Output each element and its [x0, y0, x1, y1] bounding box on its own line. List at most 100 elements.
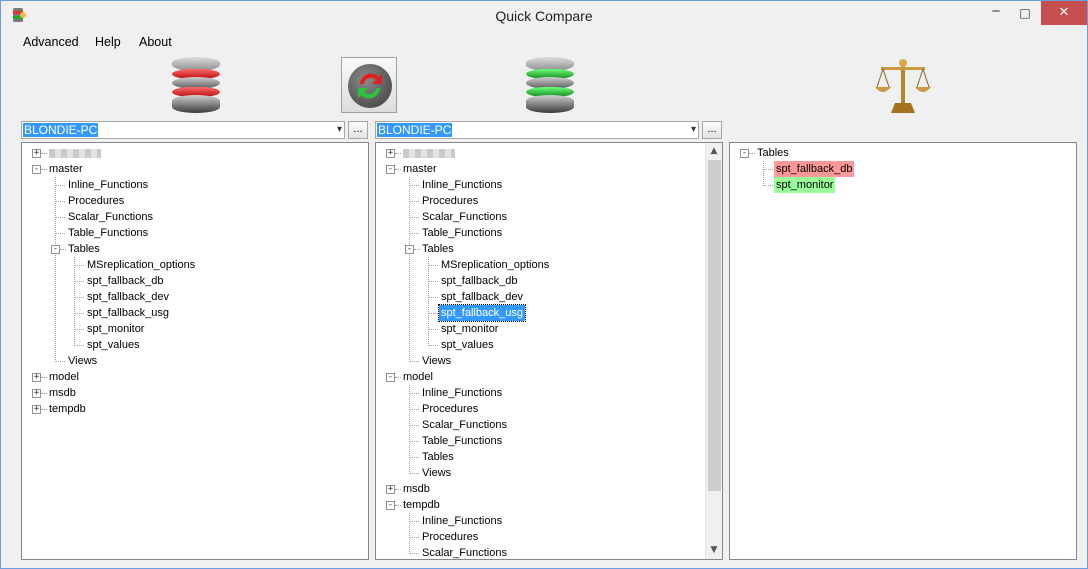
tree-node[interactable]: spt_monitor [376, 321, 722, 337]
tree-node[interactable]: Inline_Functions [22, 177, 368, 193]
tree-node-label[interactable]: MSreplication_options [439, 257, 551, 273]
tree-node[interactable]: Scalar_Functions [376, 209, 722, 225]
tree-node-label[interactable]: Table_Functions [420, 225, 504, 241]
tree-node-label[interactable]: tempdb [47, 401, 88, 417]
tree-node[interactable]: - master [22, 161, 368, 177]
tree-node[interactable]: + [376, 145, 722, 161]
tree-node[interactable]: Inline_Functions [376, 513, 722, 529]
tree-node[interactable]: spt_fallback_dev [376, 289, 722, 305]
tree-node-label[interactable]: spt_fallback_db [85, 273, 165, 289]
tree-node-label[interactable]: Inline_Functions [420, 385, 504, 401]
collapse-icon[interactable]: - [32, 165, 41, 174]
tree-node[interactable]: + [22, 145, 368, 161]
tree-node-label[interactable]: Tables [420, 241, 456, 257]
maximize-button[interactable]: □ [1011, 1, 1039, 25]
tree-node[interactable]: spt_values [376, 337, 722, 353]
tree-node[interactable]: spt_fallback_db [376, 273, 722, 289]
tree-node-label[interactable]: spt_monitor [774, 177, 836, 193]
tree-node-label[interactable]: spt_fallback_dev [439, 289, 525, 305]
expand-icon[interactable]: + [386, 485, 395, 494]
tree-node-label[interactable]: msdb [401, 481, 432, 497]
tree-node-label[interactable]: Scalar_Functions [420, 209, 509, 225]
collapse-icon[interactable]: - [51, 245, 60, 254]
expand-icon[interactable]: + [32, 149, 41, 158]
tree-node-label[interactable]: spt_fallback_usg [438, 304, 526, 322]
compare-button[interactable] [341, 57, 397, 113]
tree-node-label[interactable]: msdb [47, 385, 78, 401]
tree-node[interactable]: + model [22, 369, 368, 385]
result-tree-panel[interactable]: - Tables spt_fallback_db spt_monitor [729, 142, 1077, 560]
target-tree-panel[interactable]: ▲ ▼ + - master Inline_Functions Procedures Sc… [375, 142, 723, 560]
tree-node[interactable]: spt_fallback_dev [22, 289, 368, 305]
tree-node[interactable]: Inline_Functions [376, 177, 722, 193]
source-server-select[interactable]: BLONDIE-PC ▾ [21, 121, 345, 139]
tree-node[interactable]: - Tables [730, 145, 1076, 161]
expand-icon[interactable]: + [32, 405, 41, 414]
tree-node[interactable]: - tempdb [376, 497, 722, 513]
collapse-icon[interactable]: - [386, 373, 395, 382]
tree-node-label[interactable]: spt_monitor [439, 321, 500, 337]
tree-node-label[interactable]: tempdb [401, 497, 442, 513]
tree-node[interactable]: + msdb [22, 385, 368, 401]
tree-node[interactable]: spt_monitor [730, 177, 1076, 193]
tree-node-label[interactable]: Procedures [66, 193, 126, 209]
minimize-button[interactable]: ─ [981, 1, 1011, 25]
tree-node[interactable]: MSreplication_options [22, 257, 368, 273]
tree-node[interactable]: - model [376, 369, 722, 385]
collapse-icon[interactable]: - [740, 149, 749, 158]
tree-node-label[interactable]: spt_fallback_db [439, 273, 519, 289]
menu-help[interactable]: Help [95, 35, 121, 49]
tree-node[interactable]: Views [376, 353, 722, 369]
tree-node[interactable]: Procedures [376, 529, 722, 545]
tree-node-label[interactable]: Tables [420, 449, 456, 465]
tree-node[interactable]: + tempdb [22, 401, 368, 417]
tree-node-label[interactable]: spt_fallback_db [774, 161, 855, 177]
tree-node-label[interactable]: Views [420, 353, 453, 369]
tree-node[interactable]: Views [376, 465, 722, 481]
tree-node[interactable]: Scalar_Functions [22, 209, 368, 225]
tree-node[interactable]: - Tables [376, 241, 722, 257]
tree-node-label[interactable]: Table_Functions [66, 225, 150, 241]
tree-node-label[interactable]: Inline_Functions [420, 513, 504, 529]
source-tree-panel[interactable]: + - master Inline_Functions Procedures Scalar… [21, 142, 369, 560]
tree-node[interactable]: Procedures [22, 193, 368, 209]
tree-node-label[interactable]: Views [66, 353, 99, 369]
tree-node-label[interactable]: Inline_Functions [66, 177, 150, 193]
tree-node-label[interactable]: spt_values [85, 337, 142, 353]
tree-node-label[interactable]: Procedures [420, 193, 480, 209]
target-browse-button[interactable]: ... [702, 121, 722, 139]
tree-node[interactable]: Table_Functions [376, 433, 722, 449]
tree-node-label[interactable]: spt_fallback_dev [85, 289, 171, 305]
tree-node[interactable]: Table_Functions [376, 225, 722, 241]
tree-node-label[interactable]: Procedures [420, 529, 480, 545]
tree-node[interactable]: spt_fallback_db [730, 161, 1076, 177]
tree-node-label[interactable]: Scalar_Functions [420, 545, 509, 559]
tree-node-label[interactable]: Tables [755, 145, 791, 161]
tree-node-label[interactable]: Tables [66, 241, 102, 257]
tree-node[interactable]: spt_monitor [22, 321, 368, 337]
tree-node-label[interactable]: Inline_Functions [420, 177, 504, 193]
collapse-icon[interactable]: - [386, 501, 395, 510]
tree-node[interactable]: Table_Functions [22, 225, 368, 241]
tree-node-label[interactable]: Scalar_Functions [420, 417, 509, 433]
tree-node[interactable]: Scalar_Functions [376, 545, 722, 559]
tree-node-label[interactable]: model [47, 369, 81, 385]
tree-node[interactable]: - master [376, 161, 722, 177]
source-browse-button[interactable]: ... [348, 121, 368, 139]
tree-node[interactable]: + msdb [376, 481, 722, 497]
tree-node[interactable]: Tables [376, 449, 722, 465]
tree-node-label[interactable]: spt_values [439, 337, 496, 353]
tree-node[interactable]: spt_fallback_db [22, 273, 368, 289]
tree-node[interactable]: MSreplication_options [376, 257, 722, 273]
tree-node[interactable]: Procedures [376, 193, 722, 209]
tree-node-label[interactable]: MSreplication_options [85, 257, 197, 273]
tree-node[interactable]: - Tables [22, 241, 368, 257]
tree-node-label[interactable]: spt_fallback_usg [85, 305, 171, 321]
tree-node-label[interactable]: Views [420, 465, 453, 481]
tree-node[interactable]: Views [22, 353, 368, 369]
tree-node-label[interactable]: model [401, 369, 435, 385]
target-server-select[interactable]: BLONDIE-PC ▾ [375, 121, 699, 139]
tree-node[interactable]: spt_values [22, 337, 368, 353]
collapse-icon[interactable]: - [386, 165, 395, 174]
tree-node[interactable]: spt_fallback_usg [376, 304, 722, 322]
